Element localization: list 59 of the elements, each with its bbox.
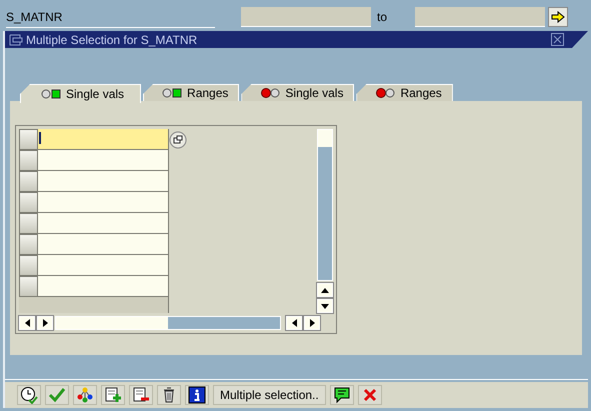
arrow-icon — [551, 11, 565, 23]
up-arrow-icon — [321, 288, 329, 292]
field-label: S_MATNR — [6, 6, 215, 28]
row-selector[interactable] — [19, 276, 38, 297]
clock-check-icon — [20, 386, 38, 404]
tab[interactable]: Ranges — [143, 84, 240, 101]
toolbar-button[interactable] — [129, 385, 153, 405]
vertical-scrollbar[interactable] — [317, 129, 333, 281]
scroll-left-button[interactable] — [286, 316, 302, 330]
insert-row-icon — [104, 386, 122, 404]
row-selector[interactable] — [19, 150, 38, 171]
row-selector[interactable] — [19, 129, 38, 150]
down-arrow-icon — [321, 304, 329, 308]
info-icon — [188, 386, 206, 404]
window-icon — [9, 34, 23, 46]
value-input-field[interactable] — [38, 150, 169, 171]
to-label: to — [377, 9, 388, 26]
dialog-title: Multiple Selection for S_MATNR — [26, 32, 198, 46]
delete-row-icon — [132, 386, 150, 404]
horizontal-scrollbar[interactable] — [55, 316, 281, 330]
multiple-selection-button[interactable]: Multiple selection.. — [213, 385, 326, 405]
value-input-field[interactable] — [38, 192, 169, 213]
row-selector[interactable] — [19, 171, 38, 192]
tab[interactable]: Single vals — [20, 84, 142, 103]
value-input-field[interactable] — [38, 255, 169, 276]
value-input-field[interactable] — [38, 171, 169, 192]
scroll-up-button[interactable] — [317, 283, 333, 297]
to-field[interactable] — [415, 7, 545, 27]
cancel-button[interactable] — [358, 385, 382, 405]
value-input-field[interactable] — [38, 129, 169, 150]
scroll-right-button[interactable] — [37, 316, 53, 330]
value-input-field[interactable] — [38, 276, 169, 297]
right-arrow-icon — [42, 319, 48, 327]
multiple-selection-button[interactable] — [548, 7, 568, 27]
right-arrow-icon — [310, 319, 314, 327]
toolbar-button[interactable] — [157, 385, 181, 405]
speech-bubble-icon — [332, 386, 351, 404]
value-input-field[interactable] — [38, 213, 169, 234]
left-arrow-icon — [292, 319, 296, 327]
row-selector[interactable] — [19, 192, 38, 213]
toolbar-button[interactable] — [185, 385, 209, 405]
checkmark-icon — [48, 386, 66, 404]
scroll-right-button[interactable] — [304, 316, 320, 330]
close-icon[interactable] — [551, 33, 564, 46]
from-field[interactable] — [241, 7, 371, 27]
toolbar-button[interactable] — [17, 385, 41, 405]
toolbar-button[interactable] — [330, 385, 354, 405]
value-input-field[interactable] — [38, 234, 169, 255]
scroll-down-button[interactable] — [317, 299, 333, 313]
row-selector[interactable] — [19, 255, 38, 276]
table-settings-icon[interactable] — [169, 131, 187, 149]
left-arrow-icon — [24, 319, 30, 327]
toolbar-button[interactable] — [101, 385, 125, 405]
row-selector[interactable] — [19, 213, 38, 234]
tab[interactable]: Ranges — [356, 84, 453, 101]
scroll-left-button[interactable] — [19, 316, 35, 330]
tab[interactable]: Single vals — [241, 84, 354, 101]
hierarchy-icon — [76, 386, 94, 404]
row-selector[interactable] — [19, 234, 38, 255]
